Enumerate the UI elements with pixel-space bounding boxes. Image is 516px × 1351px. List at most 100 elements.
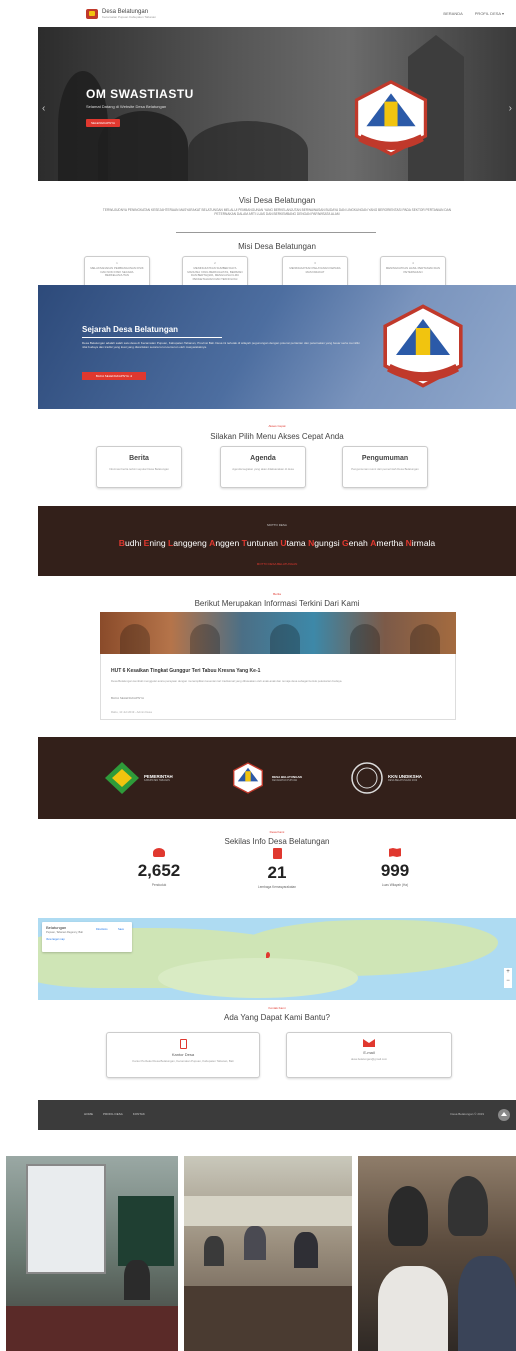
student-silhouette <box>294 1232 318 1268</box>
white-shirt <box>378 1266 448 1351</box>
scroll-top-button[interactable] <box>498 1109 510 1121</box>
map-larger-link[interactable]: View larger map <box>46 938 132 941</box>
menu-card-title: Berita <box>129 455 149 462</box>
motto-word: ning <box>149 538 169 548</box>
news-image[interactable] <box>100 612 456 654</box>
contact-desc: Kantor Perbekel Desa Belatungan, Kecamat… <box>132 1059 234 1063</box>
motto-word: anggeng <box>173 538 210 548</box>
slider-next-icon[interactable]: › <box>509 103 512 114</box>
tree-silhouette <box>188 121 308 181</box>
footer-copyright: Desa Belatungan © 2019 <box>450 1112 484 1116</box>
contact-card-kantor[interactable]: Kantor Desa Kantor Perbekel Desa Belatun… <box>106 1032 260 1078</box>
partner-kkn[interactable]: KKN UNDIKSHA DESA BELATUNGAN 2019 <box>350 761 422 795</box>
map-icon <box>389 848 401 857</box>
menu-card-berita[interactable]: Berita Informasi berita terkini seputar … <box>96 446 182 488</box>
footer-link-kontak[interactable]: KONTAK <box>133 1112 145 1116</box>
desk-row <box>6 1306 178 1351</box>
student-silhouette <box>204 1236 224 1266</box>
contact-desc: desa.belatungan@gmail.com <box>350 1057 388 1061</box>
bantu-title: Ada Yang Dapat Kami Bantu? <box>224 1013 330 1022</box>
map-save-link[interactable]: Save <box>118 928 124 931</box>
stat-penduduk: 2,652 Penduduk <box>104 848 214 887</box>
motto-word: udhi <box>125 538 144 548</box>
motto-word: untunan <box>246 538 281 548</box>
nav-links: BERANDA PROFIL DESA ▾ <box>443 11 504 16</box>
government-logo-icon <box>105 762 139 794</box>
news-headline[interactable]: HUT 6 Kesaikan Tingkat Gunggur Teri Tabu… <box>111 668 260 674</box>
village-emblem-icon <box>383 304 463 388</box>
map-pin-icon[interactable] <box>266 952 270 958</box>
student-silhouette <box>244 1226 266 1260</box>
phone-icon <box>179 1039 187 1049</box>
nav-link-profil-label: PROFIL DESA <box>474 11 501 16</box>
hero-button[interactable]: SELENGKAPNYA <box>86 119 120 127</box>
site-logo[interactable]: Desa Belatungan Kecamatan Pupuan Kabupat… <box>86 8 156 19</box>
zoom-out-button[interactable]: − <box>504 977 512 986</box>
motto-label: MOTTO DESA <box>267 523 287 527</box>
hero-tagline: Selamat Datang di Website Desa Belatunga… <box>86 104 167 109</box>
motto-word: enah <box>348 538 371 548</box>
berita-heading: Berita Berikut Merupakan Informasi Terki… <box>38 592 516 608</box>
misi-text: MENINGKATKAN PELAYANAN KEPADA MASYARAKAT <box>289 266 341 274</box>
partner-sub: KECAMATAN PUPUAN <box>272 778 298 782</box>
slider-prev-icon[interactable]: ‹ <box>42 103 45 114</box>
sejarah-text: Desa Belatungan adalah salah satu desa d… <box>82 341 360 349</box>
dancer-figure <box>120 624 150 654</box>
misi-num: 2 <box>214 261 216 265</box>
berita-kicker: Berita <box>273 592 281 596</box>
partner-pemerintah[interactable]: PEMERINTAH KABUPATEN TABANAN <box>104 761 173 795</box>
chevron-down-icon: ▾ <box>501 11 504 16</box>
zoom-in-button[interactable]: + <box>504 968 512 977</box>
hero-title: OM SWASTIASTU <box>86 87 194 101</box>
partner-desa[interactable]: DESA BELATUNGAN KECAMATAN PUPUAN <box>228 761 302 795</box>
document-icon <box>272 848 282 859</box>
stat-label: Lembaga Kemasyarakatan <box>257 885 297 889</box>
menu-card-pengumuman[interactable]: Pengumuman Pengumuman resmi dari pemerin… <box>342 446 428 488</box>
map-info-box: Belatungan Pupuan, Tabanan Regency, Bali… <box>42 922 132 952</box>
stat-value: 2,652 <box>137 861 181 880</box>
contact-title: E-mail <box>363 1050 375 1055</box>
person-silhouette <box>124 1260 150 1300</box>
dancer-figure <box>190 624 220 654</box>
divider <box>82 337 222 338</box>
nav-link-beranda[interactable]: BERANDA <box>443 11 462 16</box>
misi-title: Misi Desa Belatungan <box>38 242 516 251</box>
nav-link-profil[interactable]: PROFIL DESA ▾ <box>475 11 504 16</box>
photo-classroom-students <box>184 1156 352 1351</box>
chevron-up-icon <box>501 1112 507 1116</box>
visi-text: TERWUJUDNYA PENINGKATAN KESEJAHTERAAN MA… <box>102 208 452 216</box>
stat-lembaga: 21 Lembaga Kemasyarakatan <box>222 848 332 889</box>
desk-row <box>184 1286 352 1351</box>
brand-sub: Kecamatan Pupuan Kabupaten Tabanan <box>102 14 156 19</box>
hero-slider: ‹ › OM SWASTIASTU Selamat Datang di Webs… <box>38 27 516 181</box>
users-icon <box>153 848 165 857</box>
site-footer: HOME PROFIL DESA KONTAK Desa Belatungan … <box>38 1100 516 1130</box>
menu-card-agenda[interactable]: Agenda Agenda kegiatan yang akan dilaksa… <box>220 446 306 488</box>
contact-card-email[interactable]: E-mail desa.belatungan@gmail.com <box>286 1032 452 1078</box>
misi-text: MELAKSANAKAN PEMBANGUNAN FISIK DAN NON F… <box>90 266 144 278</box>
news-read-more-link[interactable]: BACA SELENGKAPNYA <box>111 696 144 700</box>
map-directions-link[interactable]: Directions <box>96 928 108 931</box>
menu-kicker: Akses Cepat <box>268 424 286 428</box>
chalkboard <box>118 1196 174 1266</box>
misi-num: 3 <box>314 261 316 265</box>
university-seal-icon <box>351 762 383 794</box>
village-emblem-icon <box>86 8 98 19</box>
partner-sub: DESA BELATUNGAN 2019 <box>388 779 418 782</box>
news-date: Rabu, 10 Juli 2019 - Admin Desa <box>111 710 152 714</box>
google-map-embed[interactable]: Belatungan Pupuan, Tabanan Regency, Bali… <box>38 918 516 1000</box>
visi-title: Visi Desa Belatungan <box>238 196 316 205</box>
sekilas-heading: Desa Kami Sekilas Info Desa Belatungan <box>38 830 516 846</box>
wall <box>184 1196 352 1226</box>
sejarah-section: Sejarah Desa Belatungan Desa Belatungan … <box>38 285 516 409</box>
top-navbar: Desa Belatungan Kecamatan Pupuan Kabupat… <box>38 0 516 27</box>
motto-text: Budhi Ening Langgeng Anggen Tuntunan Uta… <box>38 538 516 548</box>
menu-card-title: Pengumuman <box>361 455 409 462</box>
student-silhouette <box>448 1176 488 1236</box>
website-screenshot: Desa Belatungan Kecamatan Pupuan Kabupat… <box>38 0 516 1130</box>
dancer-figure <box>410 624 440 654</box>
footer-link-home[interactable]: HOME <box>84 1112 93 1116</box>
misi-num: 4 <box>412 261 414 265</box>
footer-link-profil[interactable]: PROFIL DESA <box>103 1112 123 1116</box>
sejarah-button[interactable]: BACA SELENGKAPNYA ➜ <box>82 372 146 380</box>
